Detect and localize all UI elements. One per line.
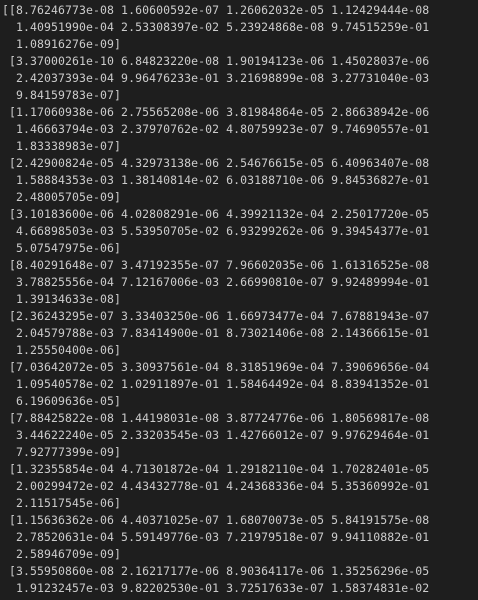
output-line: 2.00299472e-02 4.43432778e-01 4.24368336… [2, 479, 430, 493]
output-line: 1.91232457e-03 9.82202530e-01 3.72517633… [2, 581, 430, 595]
output-line: 9.84159783e-07] [2, 88, 122, 102]
output-line: 2.78520631e-04 5.59149776e-03 7.21979518… [2, 530, 430, 544]
output-line: [2.36243295e-07 3.33403250e-06 1.6697347… [2, 309, 430, 323]
output-line: 1.39134633e-08] [2, 292, 122, 306]
array-output-text: [[8.76246773e-08 1.60600592e-07 1.260620… [2, 2, 429, 597]
output-line: [1.32355854e-04 4.71301872e-04 1.2918211… [2, 462, 430, 476]
output-line: 2.58946709e-09] [2, 547, 122, 561]
terminal-output-panel[interactable]: [[8.76246773e-08 1.60600592e-07 1.260620… [0, 0, 478, 600]
output-line: 6.19609636e-05] [2, 394, 122, 408]
output-line: 1.46663794e-03 2.37970762e-02 4.80759923… [2, 122, 430, 136]
output-line: 7.92777399e-09] [2, 445, 122, 459]
output-line: 1.40951990e-04 2.53308397e-02 5.23924868… [2, 20, 430, 34]
output-line: 3.44622240e-05 2.33203545e-03 1.42766012… [2, 428, 430, 442]
output-line: 5.07547975e-06] [2, 241, 122, 255]
output-line: 1.83338983e-07] [2, 139, 122, 153]
output-line: [[8.76246773e-08 1.60600592e-07 1.260620… [2, 3, 430, 17]
output-line: [3.10183600e-06 4.02808291e-06 4.3992113… [2, 207, 430, 221]
output-line: 2.11517545e-06] [2, 496, 122, 510]
output-line: [8.40291648e-07 3.47192355e-07 7.9660203… [2, 258, 430, 272]
output-line: 1.09540578e-02 1.02911897e-01 1.58464492… [2, 377, 430, 391]
output-line: 4.66898503e-03 5.53950705e-02 6.93299262… [2, 224, 430, 238]
output-line: 1.08916276e-09] [2, 37, 122, 51]
output-line: [7.03642072e-05 3.30937561e-04 8.3185196… [2, 360, 430, 374]
output-line: [7.88425822e-08 1.44198031e-08 3.8772477… [2, 411, 430, 425]
output-line: 2.42037393e-04 9.96476233e-01 3.21698899… [2, 71, 430, 85]
output-line: [2.42900824e-05 4.32973138e-06 2.5467661… [2, 156, 430, 170]
output-line: 2.04579788e-03 7.83414900e-01 8.73021406… [2, 326, 430, 340]
output-line: [3.37000261e-10 6.84823220e-08 1.9019412… [2, 54, 430, 68]
output-line: [1.17060938e-06 2.75565208e-06 3.8198486… [2, 105, 430, 119]
output-line: 1.25550400e-06] [2, 343, 122, 357]
output-line: 1.58884353e-03 1.38140814e-02 6.03188710… [2, 173, 430, 187]
output-line: 2.48005705e-09] [2, 190, 122, 204]
output-line: 3.78825556e-04 7.12167006e-03 2.66990810… [2, 275, 430, 289]
output-line: [3.55950860e-08 2.16217177e-06 8.9036411… [2, 564, 430, 578]
output-line: [1.15636362e-06 4.40371025e-07 1.6807007… [2, 513, 430, 527]
